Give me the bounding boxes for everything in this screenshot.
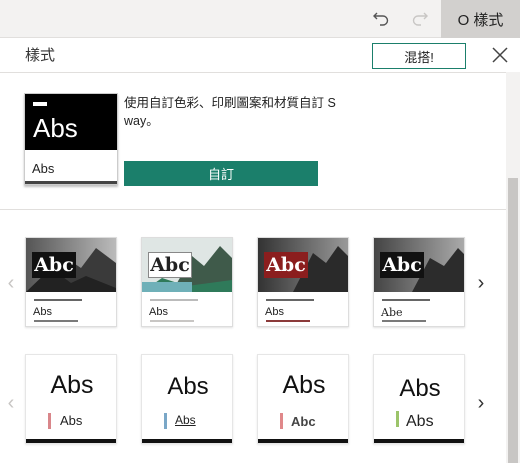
- row1-next-arrow-icon[interactable]: ›: [474, 273, 488, 293]
- top-toolbar: O 樣式: [0, 0, 520, 38]
- styles-tab-button[interactable]: O 樣式: [441, 0, 520, 38]
- thumbnail-label: Abc: [291, 414, 316, 429]
- redo-icon[interactable]: [409, 8, 431, 30]
- pane-title: 樣式: [25, 47, 56, 64]
- current-style-heading: Abs: [33, 113, 78, 143]
- thumbnail-label: Abs: [265, 306, 284, 318]
- thumbnail-bottom-rule: [258, 439, 348, 443]
- style-thumbnail-4[interactable]: Abc Abe: [373, 237, 465, 327]
- thumbnail-rule: [34, 299, 82, 301]
- close-icon[interactable]: [489, 44, 511, 66]
- thumbnail-label: Abs: [406, 413, 434, 430]
- accent-bar: [33, 102, 47, 106]
- current-style-underline: [25, 181, 117, 184]
- thumbnail-bottom-rule: [142, 439, 232, 443]
- thumbnail-rule: [382, 299, 430, 301]
- scrollbar-thumb[interactable]: [508, 178, 518, 463]
- thumbnail-label: Abs: [175, 413, 196, 427]
- thumbnail-heading: Abc: [148, 252, 192, 278]
- thumbnail-accent-bar: [280, 413, 283, 429]
- thumbnail-heading: Abs: [50, 371, 94, 399]
- style-thumbnail-5[interactable]: Abs Abs: [25, 354, 117, 444]
- thumbnail-bottom-rule: [26, 439, 116, 443]
- style-thumbnail-8[interactable]: Abs Abs: [373, 354, 465, 444]
- thumbnail-label: Abs: [60, 413, 83, 428]
- row1-prev-arrow-icon[interactable]: ‹: [4, 273, 18, 293]
- thumbnail-bottom-rule: [374, 439, 464, 443]
- thumbnail-label: Abs: [33, 306, 52, 318]
- row2-next-arrow-icon[interactable]: ›: [474, 393, 488, 413]
- current-style-heading-area: Abs: [25, 94, 117, 150]
- thumbnail-accent-rule: [382, 320, 426, 322]
- thumbnail-accent-bar: [396, 411, 399, 427]
- thumbnail-image: Abc: [258, 238, 348, 292]
- style-thumbnail-1[interactable]: Abc Abs: [25, 237, 117, 327]
- thumbnail-image: Abc: [374, 238, 464, 292]
- thumbnail-heading: Abs: [399, 375, 441, 402]
- thumbnail-heading: Abc: [32, 252, 76, 278]
- thumbnail-heading: Abs: [167, 373, 209, 400]
- thumbnail-rule: [150, 299, 198, 301]
- current-style-preview[interactable]: Abs Abs: [24, 93, 118, 185]
- style-thumbnail-7[interactable]: Abs Abc: [257, 354, 349, 444]
- row2-prev-arrow-icon[interactable]: ‹: [4, 393, 18, 413]
- thumbnail-accent-bar: [48, 413, 51, 429]
- style-thumbnail-6[interactable]: Abs Abs: [141, 354, 233, 444]
- thumbnail-heading: Abc: [264, 252, 308, 278]
- thumbnail-accent-bar: [164, 413, 167, 429]
- thumbnail-accent-rule: [150, 320, 194, 322]
- style-thumbnail-2[interactable]: Abc Abs: [141, 237, 233, 327]
- undo-icon[interactable]: [370, 8, 392, 30]
- thumbnail-rule: [266, 299, 314, 301]
- thumbnail-heading: Abs: [282, 371, 326, 399]
- customize-button[interactable]: 自訂: [124, 161, 318, 186]
- current-style-body: Abs: [32, 161, 55, 176]
- section-divider: [0, 209, 506, 210]
- remix-button[interactable]: 混搭!: [372, 43, 466, 69]
- thumbnail-label: Abe: [381, 306, 403, 319]
- style-thumbnail-3[interactable]: Abc Abs: [257, 237, 349, 327]
- thumbnail-accent-rule: [266, 320, 310, 322]
- thumbnail-image: Abc: [26, 238, 116, 292]
- thumbnail-heading: Abc: [380, 252, 424, 278]
- thumbnail-label: Abs: [149, 306, 168, 318]
- thumbnail-accent-rule: [34, 320, 78, 322]
- header-divider: [0, 72, 506, 73]
- customize-description: 使用自訂色彩、印刷圖案和材質自訂 S way。: [124, 96, 336, 128]
- thumbnail-image: Abc: [142, 238, 232, 292]
